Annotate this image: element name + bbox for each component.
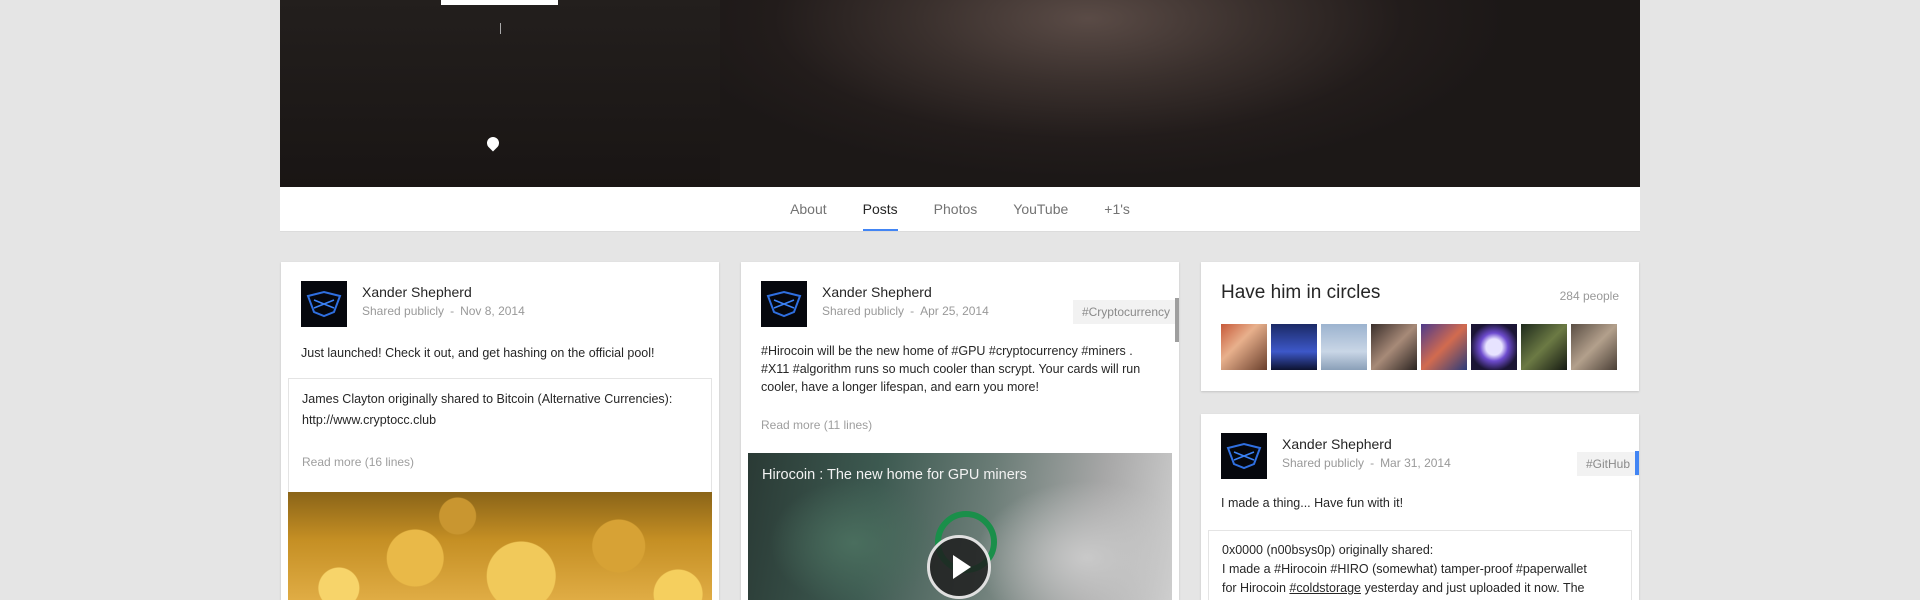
hashtag-link[interactable]: #miners	[1081, 344, 1125, 358]
avatar[interactable]	[1271, 324, 1317, 370]
reshare-author[interactable]: 0x0000 (n00bsys0p)	[1222, 543, 1335, 557]
post-card: Xander Shepherd Shared publicly - Nov 8, 2…	[281, 262, 719, 600]
reshare-author[interactable]: James Clayton	[302, 392, 385, 406]
post-header: Xander Shepherd Shared publicly - Nov 8, 2…	[301, 281, 701, 329]
hashtag-link[interactable]: #Hirocoin	[1274, 562, 1327, 576]
avatar[interactable]	[1471, 324, 1517, 370]
reshare-box: James Clayton originally shared to Bitco…	[288, 378, 712, 494]
post-text: #Hirocoin will be the new home of #GPU #…	[761, 342, 1161, 396]
video-embed[interactable]: Hirocoin : The new home for GPU miners	[748, 453, 1172, 600]
avatar[interactable]	[1571, 324, 1617, 370]
hashtag-link[interactable]: #X11	[761, 362, 789, 376]
circles-count[interactable]: 284 people	[1560, 289, 1619, 303]
text-span: will be the new home of	[813, 344, 952, 358]
reshare-label: originally shared to Bitcoin (Alternativ…	[384, 392, 673, 406]
post-image[interactable]	[288, 492, 712, 600]
hirocoin-logo-icon	[766, 290, 802, 318]
hashtag-chip[interactable]: #GitHub	[1576, 452, 1639, 476]
post-author[interactable]: Xander Shepherd	[1282, 436, 1392, 452]
hashtag-chip[interactable]: #Cryptocurrency	[1072, 300, 1179, 324]
avatar[interactable]	[1421, 324, 1467, 370]
tab-about[interactable]: About	[772, 187, 845, 231]
post-card: Xander Shepherd Shared publicly - Mar 31, …	[1201, 414, 1639, 600]
avatar[interactable]	[1221, 324, 1267, 370]
post-date[interactable]: Mar 31, 2014	[1380, 456, 1451, 470]
avatar[interactable]	[301, 281, 347, 327]
hashtag-link[interactable]: #algorithm	[793, 362, 851, 376]
avatar[interactable]	[1371, 324, 1417, 370]
text-span: .	[1125, 344, 1133, 358]
hirocoin-logo-icon	[306, 290, 342, 318]
hashtag-link[interactable]: #Hirocoin	[761, 344, 814, 358]
hirocoin-logo-icon	[1226, 442, 1262, 470]
hashtag-link[interactable]: #coldstorage	[1289, 581, 1361, 595]
text-span: I made a	[1222, 562, 1275, 576]
cover-photo	[280, 0, 1640, 187]
visibility-label: Shared publicly	[362, 304, 445, 318]
scroll-indicator	[1635, 451, 1639, 475]
cover-right-panel	[720, 0, 1640, 187]
hashtag-link[interactable]: #cryptocurrency	[989, 344, 1078, 358]
tab-posts[interactable]: Posts	[845, 187, 916, 231]
cover-highlight-bar	[441, 0, 558, 5]
reshare-label: originally shared:	[1335, 543, 1434, 557]
circle-avatars	[1221, 324, 1617, 370]
post-header: Xander Shepherd Shared publicly - Apr 25, …	[761, 281, 1179, 329]
cover-left-panel	[280, 0, 720, 187]
avatar[interactable]	[1321, 324, 1367, 370]
text-cursor	[500, 23, 501, 34]
tabs: About Posts Photos YouTube +1's	[280, 187, 1640, 231]
reshare-header: James Clayton originally shared to Bitco…	[302, 389, 672, 431]
tab-youtube[interactable]: YouTube	[995, 187, 1086, 231]
post-author[interactable]: Xander Shepherd	[822, 284, 932, 300]
post-card: Xander Shepherd Shared publicly - Apr 25, …	[741, 262, 1179, 600]
tab-plus-ones[interactable]: +1's	[1086, 187, 1148, 231]
hashtag-link[interactable]: #HIRO	[1330, 562, 1368, 576]
hashtag-link[interactable]: #paperwallet	[1516, 562, 1587, 576]
read-more-link[interactable]: Read more (11 lines)	[761, 418, 872, 432]
scroll-indicator	[1175, 298, 1179, 342]
reshare-body: 0x0000 (n00bsys0p) originally shared: I …	[1222, 541, 1627, 598]
post-meta: Shared publicly - Mar 31, 2014	[1282, 456, 1451, 470]
post-date[interactable]: Apr 25, 2014	[920, 304, 989, 318]
post-author[interactable]: Xander Shepherd	[362, 284, 472, 300]
hashtag-link[interactable]: #GPU	[951, 344, 985, 358]
circles-card: Have him in circles 284 people	[1201, 262, 1639, 391]
post-meta: Shared publicly - Nov 8, 2014	[362, 304, 525, 318]
visibility-label: Shared publicly	[1282, 456, 1365, 470]
text-span: (somewhat) tamper-proof	[1368, 562, 1516, 576]
avatar[interactable]	[1521, 324, 1567, 370]
play-button[interactable]	[927, 535, 991, 599]
post-meta: Shared publicly - Apr 25, 2014	[822, 304, 989, 318]
circles-title: Have him in circles	[1221, 282, 1381, 303]
avatar[interactable]	[1221, 433, 1267, 479]
post-text: I made a thing... Have fun with it!	[1221, 496, 1404, 510]
text-span: for Hirocoin	[1222, 581, 1290, 595]
tab-photos[interactable]: Photos	[916, 187, 996, 231]
avatar[interactable]	[761, 281, 807, 327]
profile-tab-bar: About Posts Photos YouTube +1's	[280, 187, 1640, 232]
text-span: yesterday and just uploaded it now. The	[1360, 581, 1585, 595]
reshare-box: 0x0000 (n00bsys0p) originally shared: I …	[1208, 530, 1632, 600]
reshare-link[interactable]: http://www.cryptocc.club	[302, 413, 436, 427]
post-header: Xander Shepherd Shared publicly - Mar 31, …	[1221, 433, 1639, 481]
visibility-label: Shared publicly	[822, 304, 905, 318]
post-text: Just launched! Check it out, and get has…	[301, 346, 655, 360]
read-more-link[interactable]: Read more (16 lines)	[302, 455, 414, 469]
post-date[interactable]: Nov 8, 2014	[460, 304, 525, 318]
location-pin-icon	[484, 134, 502, 152]
video-title[interactable]: Hirocoin : The new home for GPU miners	[762, 467, 1027, 483]
